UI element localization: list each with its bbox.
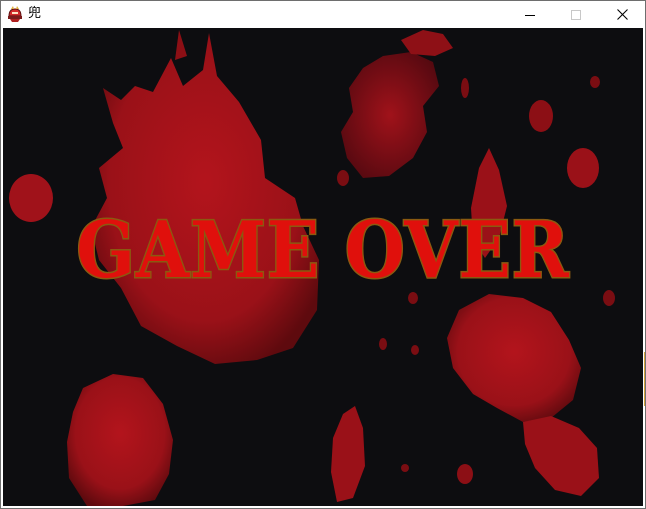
maximize-icon	[571, 9, 581, 20]
minimize-icon	[525, 14, 535, 16]
close-button[interactable]	[599, 1, 645, 28]
window-title: 兜	[28, 6, 42, 21]
maximize-button[interactable]	[553, 1, 599, 28]
title-bar[interactable]: 兜	[1, 1, 645, 28]
game-canvas[interactable]: GAME OVER	[3, 28, 643, 506]
game-over-text: GAME OVER	[75, 204, 570, 297]
app-window: 兜 GAME OVER	[0, 0, 646, 509]
close-icon	[616, 9, 628, 20]
minimize-button[interactable]	[507, 1, 553, 28]
helmet-icon	[8, 6, 22, 22]
